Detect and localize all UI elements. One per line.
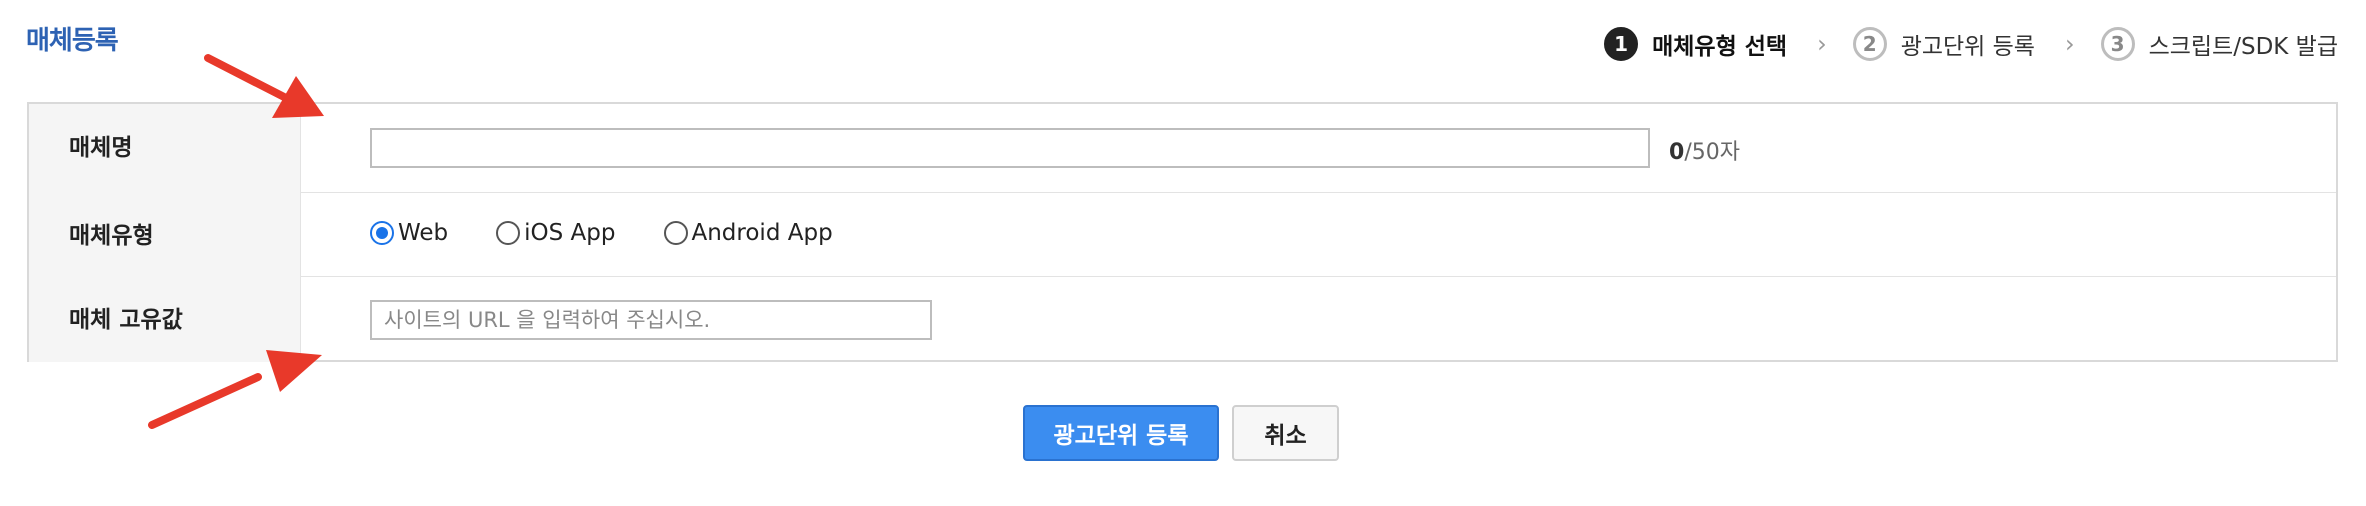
form-row-media-name: 매체명 0/50자: [29, 104, 2336, 193]
media-name-input[interactable]: [370, 128, 1650, 168]
form-row-media-id: 매체 고유값: [29, 276, 2336, 362]
chevron-right-icon: ›: [1817, 30, 1827, 58]
media-type-cell: Web iOS App Android App: [301, 192, 2336, 276]
media-type-label: 매체유형: [29, 192, 301, 276]
radio-android-app[interactable]: Android App: [663, 220, 833, 246]
step-2-label: 광고단위 등록: [1900, 34, 2035, 60]
radio-ios-app-control[interactable]: [496, 221, 521, 245]
step-indicator: 1 매체유형 선택 › 2 광고단위 등록 › 3 스크립트/SDK 발급: [1604, 24, 2338, 64]
radio-web-label: Web: [398, 220, 449, 246]
media-id-cell: [301, 276, 2336, 362]
media-id-label: 매체 고유값: [29, 276, 301, 362]
media-name-cell: 0/50자: [301, 104, 2336, 192]
form-row-media-type: 매체유형 Web iOS App Android App: [29, 192, 2336, 277]
site-url-input[interactable]: [370, 300, 932, 340]
chevron-right-icon: ›: [2064, 30, 2075, 58]
radio-android-app-control[interactable]: [663, 221, 688, 245]
step-2-number: 2: [1852, 27, 1887, 61]
step-3: 3 스크립트/SDK 발급: [2100, 27, 2338, 61]
radio-android-app-label: Android App: [691, 220, 833, 246]
register-ad-unit-button[interactable]: 광고단위 등록: [1023, 405, 1219, 461]
page-title: 매체등록: [26, 26, 119, 56]
step-1-number: 1: [1604, 27, 1639, 61]
cancel-button[interactable]: 취소: [1232, 405, 1339, 461]
radio-web[interactable]: Web: [370, 220, 448, 246]
step-1-label: 매체유형 선택: [1652, 34, 1788, 60]
radio-ios-app-label: iOS App: [524, 220, 616, 246]
media-form: 매체명 0/50자 매체유형 Web iOS App Android App 매…: [27, 102, 2338, 362]
char-counter: 0/50자: [1669, 134, 1740, 166]
step-3-label: 스크립트/SDK 발급: [2148, 34, 2338, 60]
step-1: 1 매체유형 선택: [1604, 27, 1787, 61]
media-name-label: 매체명: [29, 104, 301, 192]
step-2: 2 광고단위 등록: [1852, 27, 2035, 61]
media-type-radio-group: Web iOS App Android App: [370, 216, 881, 250]
char-count: 0: [1669, 140, 1685, 165]
radio-web-control[interactable]: [370, 221, 394, 245]
step-3-number: 3: [2100, 27, 2135, 61]
char-count-limit: /50자: [1684, 140, 1740, 165]
radio-ios-app[interactable]: iOS App: [496, 220, 616, 246]
